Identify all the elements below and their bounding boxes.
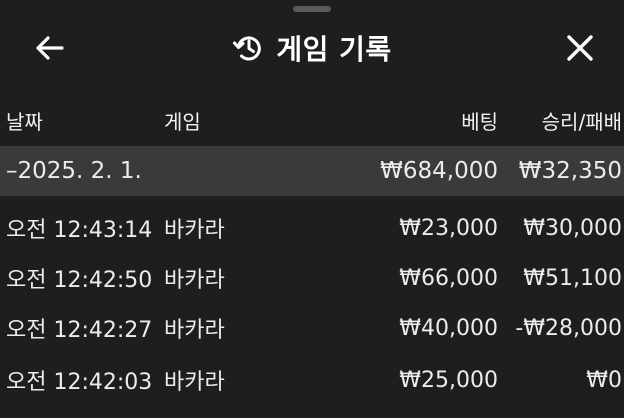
header: 게임 기록: [0, 18, 624, 78]
row-bet: ₩23,000: [399, 215, 498, 241]
summary-bet-total: ₩684,000: [380, 158, 498, 184]
page-title: 게임 기록: [276, 33, 392, 66]
column-header-bet: 베팅: [461, 109, 498, 134]
column-header-date: 날짜: [6, 109, 43, 134]
history-icon: [233, 36, 262, 61]
row-game: 바카라: [164, 268, 225, 293]
table-row[interactable]: 오전 12:42:50 바카라 ₩66,000 ₩51,100: [0, 253, 624, 303]
summary-result-total: ₩32,350: [518, 158, 622, 184]
summary-row[interactable]: –2025. 2. 1. ₩684,000 ₩32,350: [0, 146, 624, 196]
row-time: 오전 12:43:14: [6, 218, 153, 243]
row-result: ₩51,100: [523, 265, 622, 291]
row-time: 오전 12:42:27: [6, 318, 153, 343]
row-bet: ₩66,000: [399, 265, 498, 291]
row-bet: ₩25,000: [399, 367, 498, 393]
row-game: 바카라: [164, 318, 225, 343]
drag-handle[interactable]: [293, 6, 331, 12]
column-header-game: 게임: [164, 109, 201, 134]
row-time: 오전 12:42:03: [6, 370, 153, 395]
table-row[interactable]: 오전 12:43:14 바카라 ₩23,000 ₩30,000: [0, 203, 624, 253]
summary-date: –2025. 2. 1.: [6, 158, 142, 184]
row-result: ₩0: [586, 367, 622, 393]
column-header-row: 날짜 게임 베팅 승리/패배: [0, 98, 624, 142]
title-group: 게임 기록: [0, 30, 624, 66]
table-row[interactable]: 오전 12:42:27 바카라 ₩40,000 -₩28,000: [0, 303, 624, 353]
row-bet: ₩40,000: [399, 315, 498, 341]
close-icon: [567, 35, 593, 61]
row-time: 오전 12:42:50: [6, 268, 153, 293]
close-button[interactable]: [562, 32, 596, 64]
table-row[interactable]: 오전 12:42:03 바카라 ₩25,000 ₩0: [0, 355, 624, 405]
row-result: -₩28,000: [515, 315, 622, 341]
row-game: 바카라: [164, 370, 225, 395]
column-header-result: 승리/패배: [541, 109, 622, 134]
row-game: 바카라: [164, 218, 225, 243]
row-result: ₩30,000: [523, 215, 622, 241]
